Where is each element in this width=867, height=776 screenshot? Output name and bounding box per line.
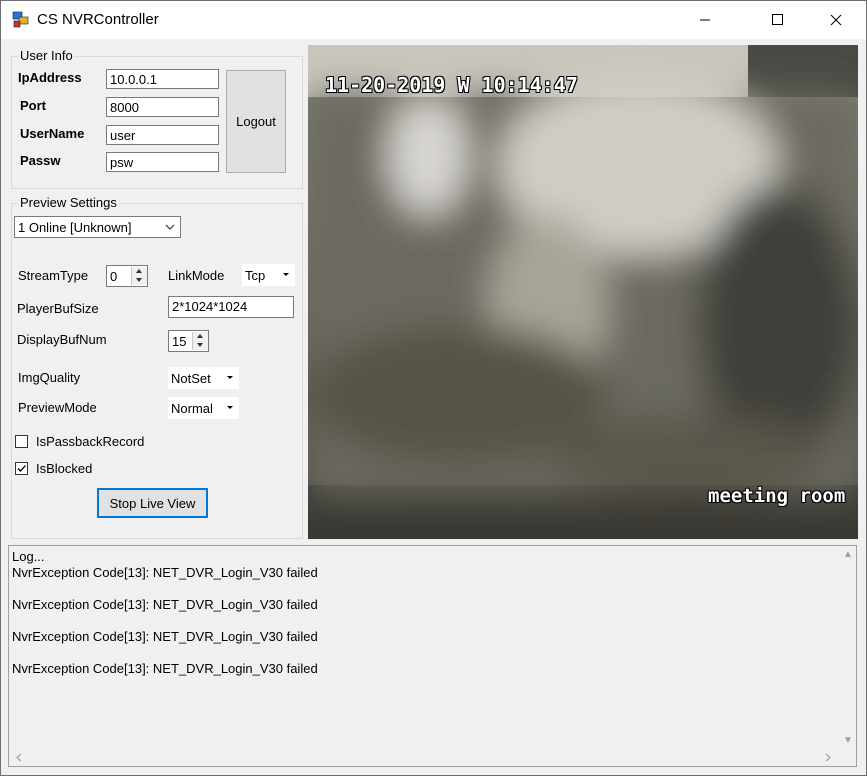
link-mode-select[interactable]: Tcp [242, 264, 295, 286]
horizontal-scrollbar[interactable] [9, 749, 856, 766]
chevron-down-icon [165, 224, 175, 230]
minimize-button[interactable] [682, 1, 728, 39]
dropdown-arrow-icon [227, 406, 233, 409]
checkmark-icon [17, 465, 26, 472]
port-input[interactable]: 8000 [106, 97, 219, 117]
close-icon [830, 14, 842, 26]
dropdown-arrow-icon [227, 376, 233, 379]
spin-up-button[interactable] [131, 267, 147, 276]
log-line: NvrException Code[13]: NET_DVR_Login_V30… [12, 565, 318, 580]
preview-settings-legend: Preview Settings [18, 195, 119, 210]
maximize-icon [772, 14, 783, 25]
stop-live-view-button[interactable]: Stop Live View [97, 488, 208, 518]
port-label: Port [20, 98, 46, 113]
log-line: Log... [12, 549, 45, 564]
scroll-left-icon[interactable] [15, 753, 22, 762]
preview-mode-select[interactable]: Normal [168, 397, 239, 419]
spin-down-button[interactable] [131, 276, 147, 285]
display-buf-value: 15 [172, 334, 187, 349]
title-bar[interactable]: CS NVRController [1, 1, 866, 39]
minimize-icon [700, 19, 710, 21]
app-icon [12, 11, 29, 28]
channel-select[interactable]: 1 Online [Unknown] [14, 216, 181, 238]
link-mode-value: Tcp [245, 267, 266, 283]
user-info-group: User Info IpAddress 10.0.0.1 Port 8000 U… [11, 48, 303, 189]
blocked-label[interactable]: IsBlocked [36, 461, 92, 476]
ip-address-input[interactable]: 10.0.0.1 [106, 69, 219, 89]
scroll-up-icon[interactable]: ▲ [843, 549, 853, 560]
display-buf-label: DisplayBufNum [17, 332, 107, 347]
video-camera-name: meeting room [708, 485, 846, 507]
vertical-scrollbar[interactable]: ▲ ▼ [839, 546, 856, 749]
live-video-view[interactable]: 11-20-2019 W 10:14:47 meeting room [308, 45, 858, 539]
link-mode-label: LinkMode [168, 268, 225, 283]
logout-button[interactable]: Logout [226, 70, 286, 173]
password-label: Passw [20, 153, 61, 168]
log-textarea[interactable]: Log... NvrException Code[13]: NET_DVR_Lo… [8, 545, 857, 767]
stream-type-stepper[interactable]: 0 [106, 265, 148, 287]
stream-type-label: StreamType [18, 268, 89, 283]
preview-mode-label: PreviewMode [18, 400, 97, 415]
username-label: UserName [20, 126, 85, 141]
preview-settings-group: Preview Settings 1 Online [Unknown] Stre… [11, 195, 303, 539]
close-button[interactable] [813, 1, 859, 39]
stream-type-value: 0 [110, 269, 118, 284]
preview-mode-value: Normal [171, 400, 213, 416]
app-window: CS NVRController User Info IpAddress 10.… [0, 0, 867, 776]
username-input[interactable]: user [106, 125, 219, 145]
arrow-down-icon [136, 278, 142, 282]
player-buf-input[interactable]: 2*1024*1024 [168, 296, 294, 318]
password-input[interactable]: psw [106, 152, 219, 172]
log-line: NvrException Code[13]: NET_DVR_Login_V30… [12, 661, 318, 676]
maximize-button[interactable] [755, 1, 801, 39]
scroll-down-icon[interactable]: ▼ [843, 735, 853, 746]
camera-feed-image [308, 45, 858, 539]
arrow-down-icon [197, 343, 203, 347]
passback-label[interactable]: IsPassbackRecord [36, 434, 144, 449]
log-line: NvrException Code[13]: NET_DVR_Login_V30… [12, 629, 318, 644]
player-buf-label: PlayerBufSize [17, 301, 99, 316]
spin-down-button[interactable] [192, 341, 208, 350]
display-buf-stepper[interactable]: 15 [168, 330, 209, 352]
user-info-legend: User Info [18, 48, 75, 63]
arrow-up-icon [136, 269, 142, 273]
img-quality-value: NotSet [171, 370, 211, 386]
blocked-checkbox[interactable] [15, 462, 28, 475]
video-timestamp: 11-20-2019 W 10:14:47 [325, 73, 578, 97]
scroll-right-icon[interactable] [825, 753, 832, 762]
ip-address-label: IpAddress [18, 70, 82, 85]
dropdown-arrow-icon [283, 273, 289, 276]
img-quality-select[interactable]: NotSet [168, 367, 239, 389]
spin-up-button[interactable] [192, 332, 208, 341]
arrow-up-icon [197, 334, 203, 338]
log-line: NvrException Code[13]: NET_DVR_Login_V30… [12, 597, 318, 612]
img-quality-label: ImgQuality [18, 370, 81, 385]
window-title: CS NVRController [37, 11, 159, 28]
passback-checkbox[interactable] [15, 435, 28, 448]
channel-select-value: 1 Online [Unknown] [18, 219, 132, 235]
